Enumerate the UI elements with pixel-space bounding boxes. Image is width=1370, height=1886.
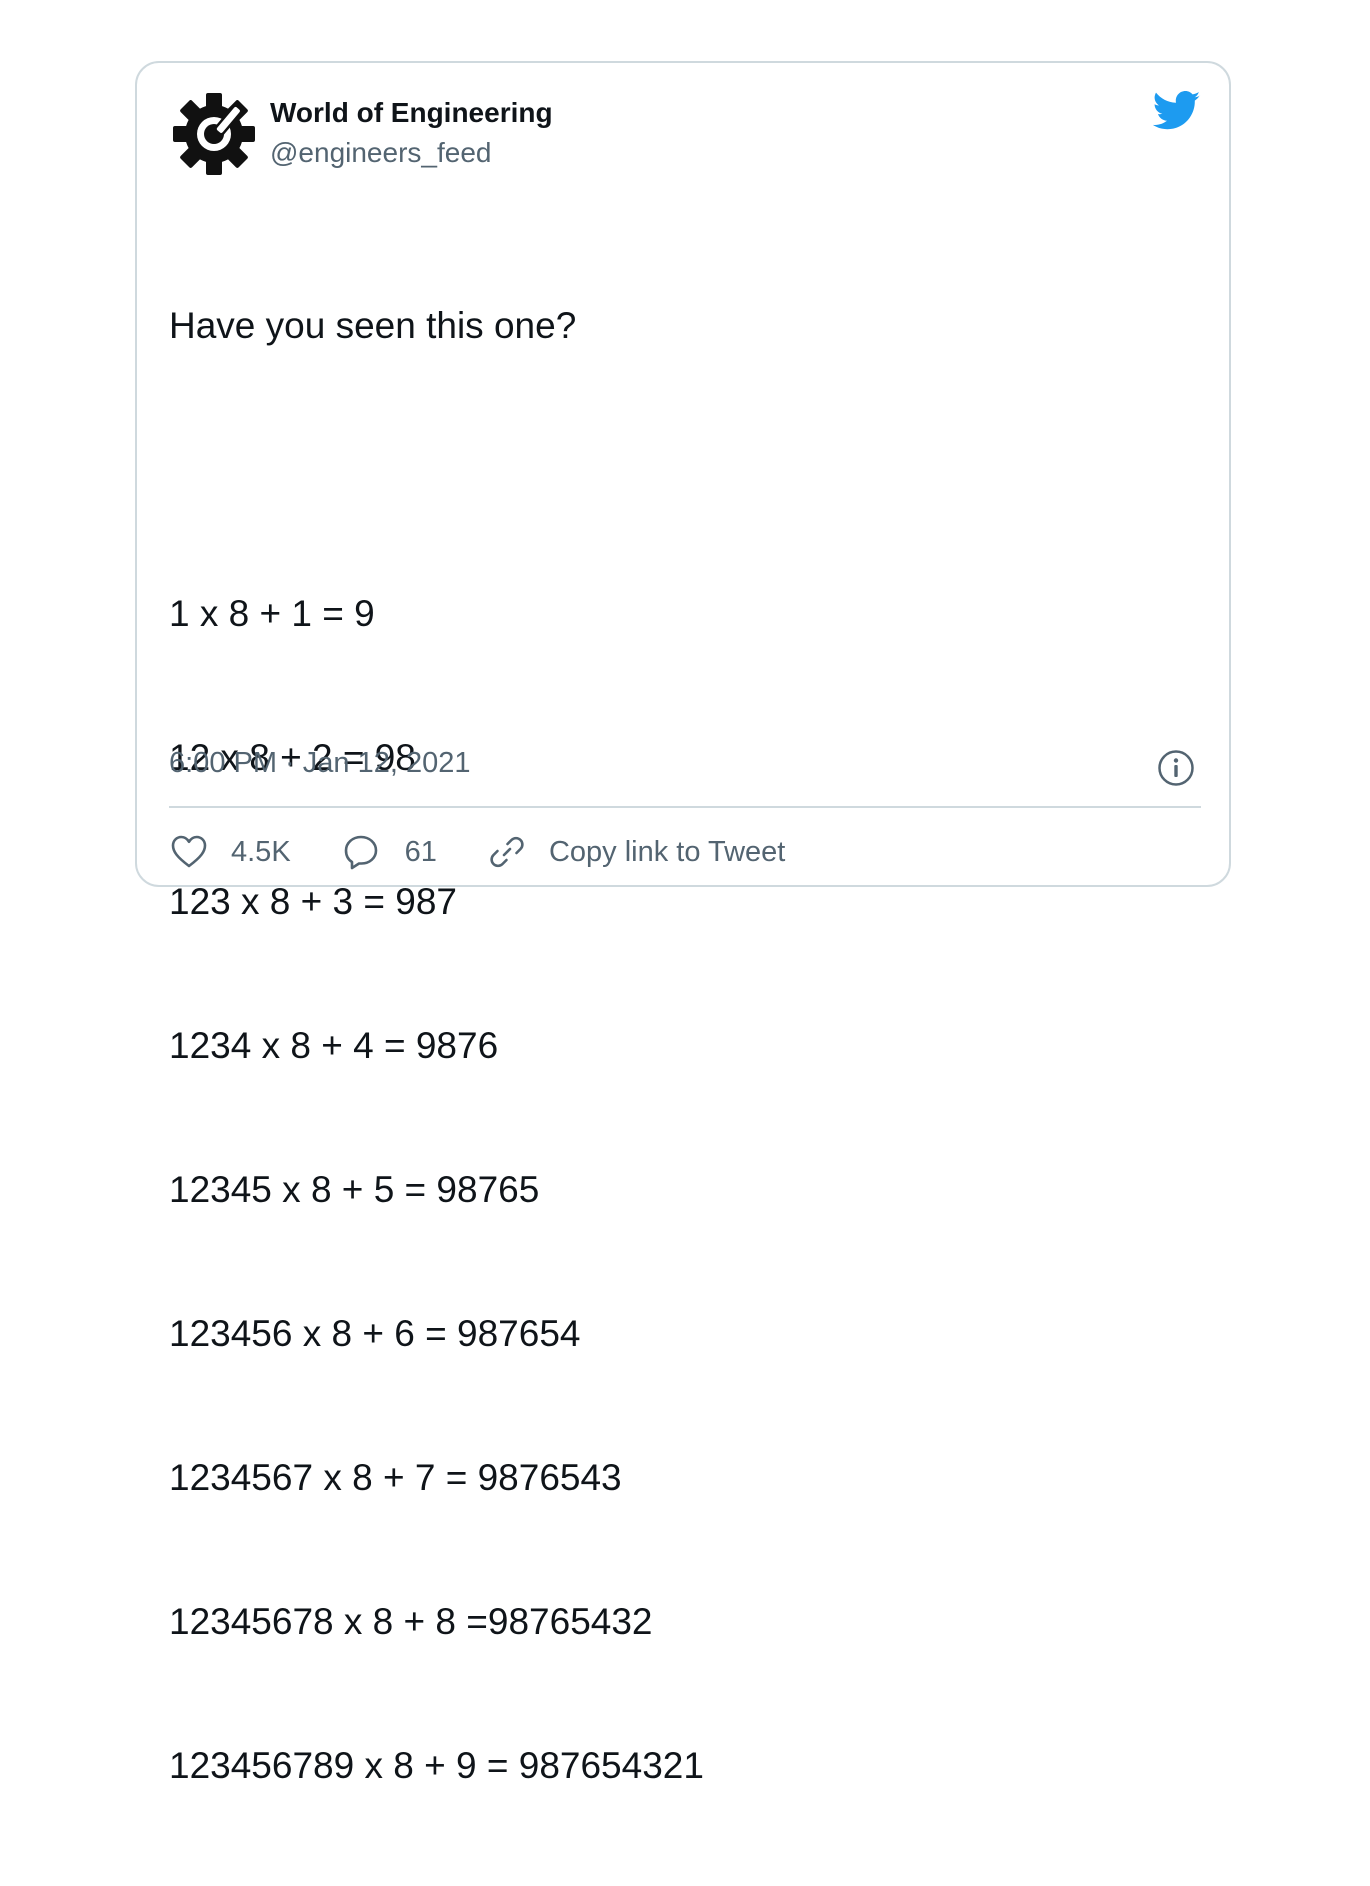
heart-icon	[169, 832, 209, 872]
divider	[169, 806, 1201, 808]
tweet-line: 1234567 x 8 + 7 = 9876543	[169, 1457, 622, 1498]
tweet-text: Have you seen this one? 1 x 8 + 1 = 9 12…	[169, 206, 1169, 1886]
tweet-line: 12345 x 8 + 5 = 98765	[169, 1169, 540, 1210]
like-count: 4.5K	[231, 835, 291, 868]
tweet-actions: 4.5K 61 Copy link to Tweet	[169, 827, 835, 877]
tweet-line	[169, 446, 1169, 494]
avatar[interactable]	[169, 89, 259, 179]
tweet-line: Have you seen this one?	[169, 305, 577, 346]
twitter-bird-icon[interactable]	[1153, 91, 1201, 131]
tweet-line: 123456789 x 8 + 9 = 987654321	[169, 1745, 704, 1786]
author-name[interactable]: World of Engineering	[270, 97, 553, 129]
tweet-line: 12345678 x 8 + 8 =98765432	[169, 1601, 653, 1642]
tweet-line: 1 x 8 + 1 = 9	[169, 593, 375, 634]
info-icon[interactable]	[1157, 749, 1195, 787]
link-icon	[487, 832, 527, 872]
tweet-line: 123456 x 8 + 6 = 987654	[169, 1313, 581, 1354]
reply-count: 61	[404, 835, 437, 868]
reply-button[interactable]: 61	[341, 832, 437, 872]
tweet-line: 1234 x 8 + 4 = 9876	[169, 1025, 499, 1066]
tweet-embed-card: World of Engineering @engineers_feed Hav…	[135, 61, 1231, 1786]
tweet-timestamp[interactable]: 6:00 PM · Jan 12, 2021	[169, 747, 470, 780]
like-button[interactable]: 4.5K	[169, 832, 291, 872]
tweet-line: 123 x 8 + 3 = 987	[169, 881, 458, 922]
gear-wrench-icon	[169, 89, 259, 179]
copy-link-button[interactable]: Copy link to Tweet	[487, 832, 785, 872]
author-handle[interactable]: @engineers_feed	[270, 137, 491, 169]
reply-bubble-icon	[341, 832, 381, 872]
copy-link-label: Copy link to Tweet	[548, 835, 786, 868]
